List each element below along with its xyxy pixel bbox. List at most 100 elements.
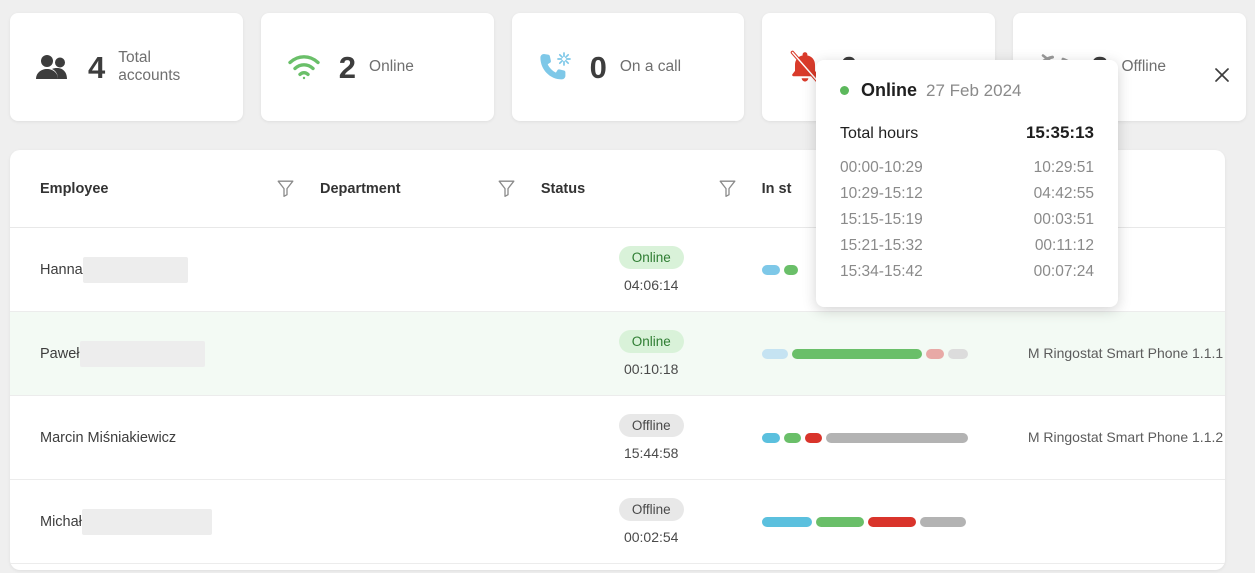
status-bar-segment <box>919 516 966 527</box>
status-bar-segment <box>804 432 822 443</box>
status-bar-segment <box>867 516 916 527</box>
status-bar-segment <box>761 264 780 275</box>
stat-value: 4 <box>88 49 106 85</box>
status-cell: Online 04:06:14 <box>541 245 762 294</box>
status-detail-tooltip: Online 27 Feb 2024 Total hours 15:35:13 … <box>816 60 1118 307</box>
tooltip-entry-duration: 00:07:24 <box>1033 263 1094 280</box>
status-duration: 15:44:58 <box>623 445 679 462</box>
column-header-employee: Employee <box>40 179 320 198</box>
table-row[interactable]: Michał Offline 00:02:54 <box>10 480 1225 564</box>
tooltip-entry-list: 00:00-10:29 10:29:51 10:29-15:12 04:42:55 15… <box>840 159 1094 281</box>
status-badge: Online <box>618 245 684 270</box>
tooltip-entry-duration: 00:03:51 <box>1033 211 1094 228</box>
device-cell: M Ringostat Smart Phone 1.1.2 <box>1028 428 1225 446</box>
status-duration: 00:10:18 <box>623 361 679 378</box>
status-cell: Offline 15:44:58 <box>541 413 762 462</box>
table-row[interactable]: Marcin Miśniakiewicz Offline 15:44:58 M Rin… <box>10 396 1225 480</box>
stat-label: Total accounts <box>118 48 181 84</box>
stat-label: Online <box>369 57 414 75</box>
tooltip-entry-range: 15:34-15:42 <box>840 263 923 280</box>
filter-icon[interactable] <box>498 179 515 198</box>
employee-name: Paweł <box>40 345 80 362</box>
stat-label: On a call <box>619 57 682 75</box>
column-header-label: Department <box>319 180 401 197</box>
redacted-name-block <box>82 256 188 283</box>
tooltip-entry-duration: 04:42:55 <box>1033 185 1094 202</box>
stat-value: 0 <box>589 49 607 85</box>
device-label: M Ringostat Smart Phone 1.1.1 <box>1027 345 1224 362</box>
status-cell: Offline 00:02:54 <box>541 497 762 546</box>
employee-cell: Hanna <box>40 256 320 283</box>
device-label: M Ringostat Smart Phone 1.1.2 <box>1027 429 1224 446</box>
employee-name: Hanna <box>40 261 83 278</box>
redacted-name-block <box>81 508 212 535</box>
tooltip-entry-range: 15:21-15:32 <box>840 237 923 254</box>
tooltip-entry-range: 15:15-15:19 <box>840 211 923 228</box>
wifi-icon <box>283 47 325 87</box>
tooltip-entry: 10:29-15:12 04:42:55 <box>840 185 1094 203</box>
stat-card-on-a-call[interactable]: 0 On a call <box>511 13 745 121</box>
tooltip-entry: 15:34-15:42 00:07:24 <box>840 263 1094 281</box>
stat-label: Offline <box>1121 57 1166 75</box>
phone-call-icon <box>534 47 576 87</box>
status-badge: Online <box>618 329 684 354</box>
status-bar-segment <box>791 348 922 359</box>
column-header-department: Department <box>320 179 541 198</box>
in-status-cell <box>761 432 1028 443</box>
status-timeline-bar[interactable] <box>761 516 970 527</box>
status-badge: Offline <box>618 497 684 522</box>
status-timeline-bar[interactable] <box>761 348 972 359</box>
table-row[interactable]: Paweł Online 00:10:18 M Ringostat Smart Pho… <box>10 312 1225 396</box>
device-cell: M Ringostat Smart Phone 1.1.1 <box>1028 344 1225 362</box>
column-header-label: Status <box>540 180 586 197</box>
tooltip-entry-duration: 00:11:12 <box>1034 237 1094 254</box>
tooltip-total-label: Total hours <box>840 125 919 142</box>
redacted-name-block <box>79 340 205 367</box>
status-bar-segment <box>761 516 812 527</box>
employee-name: Marcin Miśniakiewicz <box>40 429 177 446</box>
employee-cell: Paweł <box>40 340 320 367</box>
status-bar-segment <box>761 432 780 443</box>
status-badge: Offline <box>618 413 684 438</box>
tooltip-entry: 15:21-15:32 00:11:12 <box>840 237 1094 255</box>
status-timeline-bar[interactable] <box>761 432 972 443</box>
column-header-label: In st <box>761 180 792 197</box>
column-header-label: Employee <box>40 180 109 197</box>
filter-icon[interactable] <box>277 179 294 198</box>
status-bar-segment <box>947 348 968 359</box>
tooltip-entry-range: 00:00-10:29 <box>840 159 923 176</box>
tooltip-header: Online 27 Feb 2024 <box>840 80 1094 101</box>
tooltip-entry: 15:15-15:19 00:03:51 <box>840 211 1094 229</box>
status-bar-segment <box>761 348 788 359</box>
stat-value: 2 <box>338 49 357 85</box>
column-header-status: Status <box>541 179 762 198</box>
status-bar-segment <box>815 516 864 527</box>
status-bar-segment <box>925 348 944 359</box>
status-dot-icon <box>840 86 849 95</box>
tooltip-total-row: Total hours 15:35:13 <box>840 123 1094 143</box>
tooltip-total-value: 15:35:13 <box>1025 123 1094 142</box>
people-icon <box>32 47 74 87</box>
status-duration: 00:02:54 <box>623 529 679 546</box>
dashboard-page: 4Total accounts2Online0On a call0Don't2O… <box>0 0 1255 573</box>
status-duration: 04:06:14 <box>623 277 679 294</box>
filter-icon[interactable] <box>719 179 736 198</box>
status-timeline-bar[interactable] <box>761 264 802 275</box>
in-status-cell <box>761 516 1028 527</box>
tooltip-entry: 00:00-10:29 10:29:51 <box>840 159 1094 177</box>
employee-cell: Marcin Miśniakiewicz <box>40 430 320 446</box>
tooltip-entry-range: 10:29-15:12 <box>840 185 923 202</box>
tooltip-date: 27 Feb 2024 <box>926 80 1022 100</box>
status-bar-segment <box>783 264 798 275</box>
status-bar-segment <box>825 432 968 443</box>
tooltip-status-label: Online <box>861 80 918 100</box>
employee-name: Michał <box>40 513 82 530</box>
in-status-cell <box>761 348 1028 359</box>
status-cell: Online 00:10:18 <box>541 329 762 378</box>
stat-card-total-accounts[interactable]: 4 Total accounts <box>10 13 243 121</box>
close-icon[interactable] <box>1211 64 1233 86</box>
status-bar-segment <box>783 432 801 443</box>
employee-cell: Michał <box>40 508 320 535</box>
tooltip-entry-duration: 10:29:51 <box>1033 159 1094 176</box>
stat-card-online[interactable]: 2 Online <box>260 13 494 121</box>
